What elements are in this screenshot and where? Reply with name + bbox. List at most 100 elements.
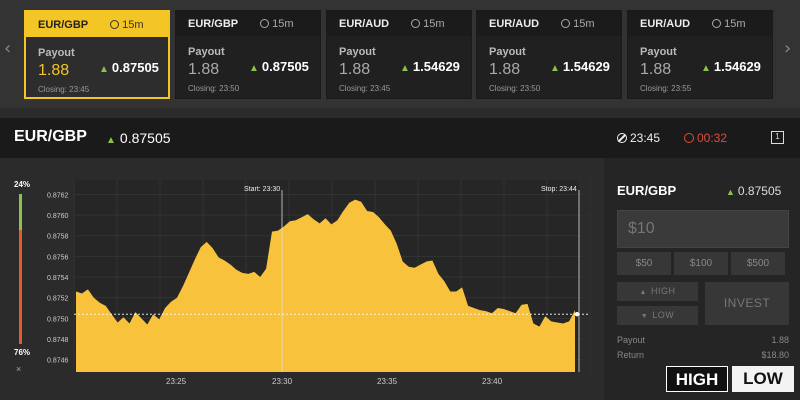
close-icon[interactable]: ×	[16, 364, 21, 374]
y-tick-label: 0.8762	[47, 192, 69, 199]
closing-time-value: 23:45	[630, 131, 661, 145]
asset-card-1[interactable]: EUR/GBP 15m Payout 1.88 ▲ 0.87505 Closing:…	[175, 10, 321, 99]
clock-icon	[712, 18, 722, 28]
x-tick-label: 23:35	[377, 377, 398, 386]
card-payout: 1.88	[38, 62, 70, 79]
low-label: LOW	[652, 310, 675, 320]
card-payout-label: Payout	[38, 47, 75, 59]
instrument-bar: EUR/GBP ▲ 0.87505 23:45 00:32 1	[0, 118, 800, 158]
card-payout-label: Payout	[489, 46, 526, 58]
card-duration: 15m	[573, 17, 595, 30]
asset-card-0[interactable]: EUR/GBP 15m Payout 1.88 ▲ 0.87505 Closing:…	[24, 10, 170, 99]
expand-icon[interactable]: 1	[771, 131, 784, 144]
card-duration: 15m	[724, 17, 746, 30]
card-closing: Closing: 23:45	[38, 85, 90, 94]
x-tick-label: 23:30	[272, 377, 293, 386]
card-closing: Closing: 23:50	[489, 84, 541, 93]
high-button[interactable]: ▲ HIGH	[617, 282, 698, 301]
closing-time: 23:45	[617, 131, 660, 145]
card-rate: 0.87505	[111, 60, 159, 75]
countdown: 00:32	[684, 131, 727, 145]
y-tick-label: 0.8746	[47, 358, 69, 365]
countdown-clock-icon	[684, 133, 694, 143]
clock-icon	[260, 18, 270, 28]
quick-amount-50-button[interactable]: $50	[617, 252, 671, 275]
y-tick-label: 0.8750	[47, 316, 69, 323]
payout-label: Payout	[617, 335, 646, 345]
card-payout-label: Payout	[640, 46, 677, 58]
x-tick-label: 23:25	[166, 377, 187, 386]
logo-high: HIGH	[666, 366, 728, 392]
trade-pair: EUR/GBP	[617, 183, 677, 198]
arrow-up-icon: ▲	[550, 63, 560, 74]
quick-amount-100-button[interactable]: $100	[674, 252, 728, 275]
chevron-right-icon[interactable]: ›	[784, 38, 791, 59]
arrow-up-icon: ▲	[639, 289, 647, 296]
sentiment-up-fill	[19, 194, 22, 230]
payout-value: 1.88	[771, 335, 789, 345]
card-closing: Closing: 23:45	[339, 84, 391, 93]
sentiment-down-percent: 76%	[14, 348, 31, 357]
arrow-up-icon: ▲	[701, 63, 711, 74]
asset-carousel: ‹ › EUR/GBP 15m Payout 1.88 ▲ 0.87505 Clos…	[0, 0, 800, 108]
card-pair: EUR/AUD	[339, 17, 390, 30]
highlow-logo: HIGH LOW	[666, 366, 794, 392]
amount-input[interactable]	[617, 210, 789, 248]
card-rate: 1.54629	[562, 59, 610, 74]
sentiment-bar	[19, 194, 22, 344]
asset-card-3[interactable]: EUR/AUD 15m Payout 1.88 ▲ 1.54629 Closing:…	[476, 10, 622, 99]
arrow-down-icon: ▼	[640, 313, 649, 320]
arrow-up-icon: ▲	[99, 64, 109, 75]
high-label: HIGH	[650, 286, 676, 296]
y-tick-label: 0.8754	[47, 275, 69, 282]
instrument-price: 0.87505	[119, 130, 171, 146]
card-duration: 15m	[122, 18, 144, 31]
payout-row: Payout 1.88	[617, 335, 789, 345]
price-chart[interactable]: 0.8762 0.8760 0.8758 0.8756 0.8754 0.8752 0.87…	[36, 180, 598, 392]
y-tick-label: 0.8756	[47, 254, 69, 261]
card-payout: 1.88	[188, 61, 220, 78]
card-pair: EUR/GBP	[38, 18, 89, 31]
card-pair: EUR/GBP	[188, 17, 239, 30]
card-pair: EUR/AUD	[640, 17, 691, 30]
quick-amount-500-button[interactable]: $500	[731, 252, 785, 275]
instrument-pair: EUR/GBP	[14, 128, 87, 145]
current-price-dot	[574, 311, 580, 317]
card-duration: 15m	[272, 17, 294, 30]
arrow-up-icon: ▲	[106, 135, 116, 146]
chevron-left-icon[interactable]: ‹	[4, 38, 11, 59]
start-label: Start: 23:30	[244, 186, 280, 193]
return-label: Return	[617, 350, 645, 360]
sentiment-gauge: 24% 76% ×	[12, 180, 30, 378]
card-closing: Closing: 23:55	[640, 84, 692, 93]
card-pair: EUR/AUD	[489, 17, 540, 30]
stop-label: Stop: 23:44	[541, 186, 577, 193]
clock-icon	[110, 19, 120, 29]
x-tick-label: 23:40	[482, 377, 503, 386]
y-tick-label: 0.8758	[47, 234, 69, 241]
card-rate: 1.54629	[713, 59, 761, 74]
card-payout: 1.88	[640, 61, 672, 78]
arrow-up-icon: ▲	[726, 187, 735, 197]
y-tick-label: 0.8760	[47, 213, 69, 220]
closing-icon	[617, 133, 627, 143]
arrow-up-icon: ▲	[400, 63, 410, 74]
clock-icon	[561, 18, 571, 28]
y-tick-label: 0.8748	[47, 337, 69, 344]
y-tick-label: 0.8752	[47, 296, 69, 303]
card-rate: 1.54629	[412, 59, 460, 74]
asset-card-2[interactable]: EUR/AUD 15m Payout 1.88 ▲ 1.54629 Closing:…	[326, 10, 472, 99]
trade-price: 0.87505	[737, 184, 782, 198]
card-closing: Closing: 23:50	[188, 84, 240, 93]
countdown-value: 00:32	[697, 131, 728, 145]
post-stop-region	[579, 180, 590, 372]
invest-button[interactable]: INVEST	[705, 282, 789, 325]
low-button[interactable]: ▼ LOW	[617, 306, 698, 325]
card-payout: 1.88	[489, 61, 521, 78]
card-rate: 0.87505	[261, 59, 309, 74]
asset-card-4[interactable]: EUR/AUD 15m Payout 1.88 ▲ 1.54629 Closing:…	[627, 10, 773, 99]
clock-icon	[411, 18, 421, 28]
arrow-up-icon: ▲	[249, 63, 259, 74]
logo-low: LOW	[732, 366, 794, 392]
card-payout-label: Payout	[339, 46, 376, 58]
